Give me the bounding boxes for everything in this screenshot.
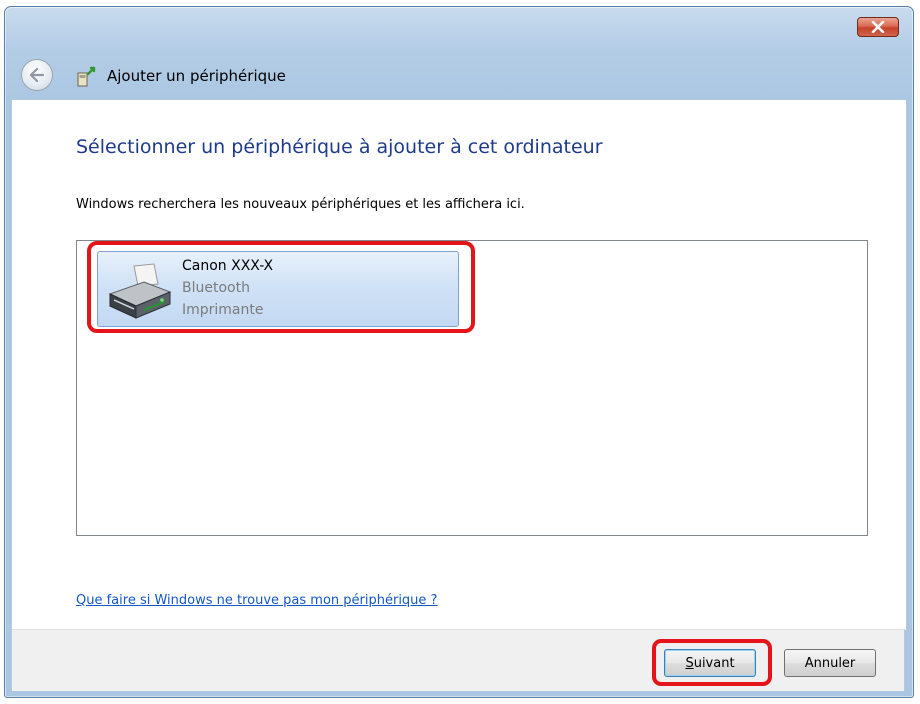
device-name: Canon XXX-X xyxy=(182,258,274,274)
page-heading: Sélectionner un périphérique à ajouter à… xyxy=(76,136,603,158)
next-label: uivant xyxy=(693,655,735,671)
dialog-footer: Suivant Annuler xyxy=(11,629,905,691)
add-device-dialog: Ajouter un périphérique Sélectionner un … xyxy=(4,6,914,698)
device-connection: Bluetooth xyxy=(182,280,250,296)
back-arrow-icon xyxy=(29,68,45,82)
back-button[interactable] xyxy=(21,59,53,91)
device-list[interactable]: Canon XXX-X Bluetooth Imprimante xyxy=(76,240,868,536)
add-device-icon xyxy=(77,66,96,87)
window-title: Ajouter un périphérique xyxy=(107,67,286,85)
device-type: Imprimante xyxy=(182,302,264,318)
help-link[interactable]: Que faire si Windows ne trouve pas mon p… xyxy=(76,593,437,608)
close-button[interactable] xyxy=(857,17,899,37)
content-area: Sélectionner un périphérique à ajouter à… xyxy=(11,99,907,630)
close-icon xyxy=(871,21,885,33)
cancel-button[interactable]: Annuler xyxy=(784,649,876,677)
next-button[interactable]: Suivant xyxy=(664,649,756,677)
next-label-mnemonic: S xyxy=(685,655,694,671)
device-item-canon[interactable]: Canon XXX-X Bluetooth Imprimante xyxy=(97,251,459,327)
printer-icon xyxy=(108,263,172,319)
instruction-text: Windows recherchera les nouveaux périphé… xyxy=(76,197,525,212)
